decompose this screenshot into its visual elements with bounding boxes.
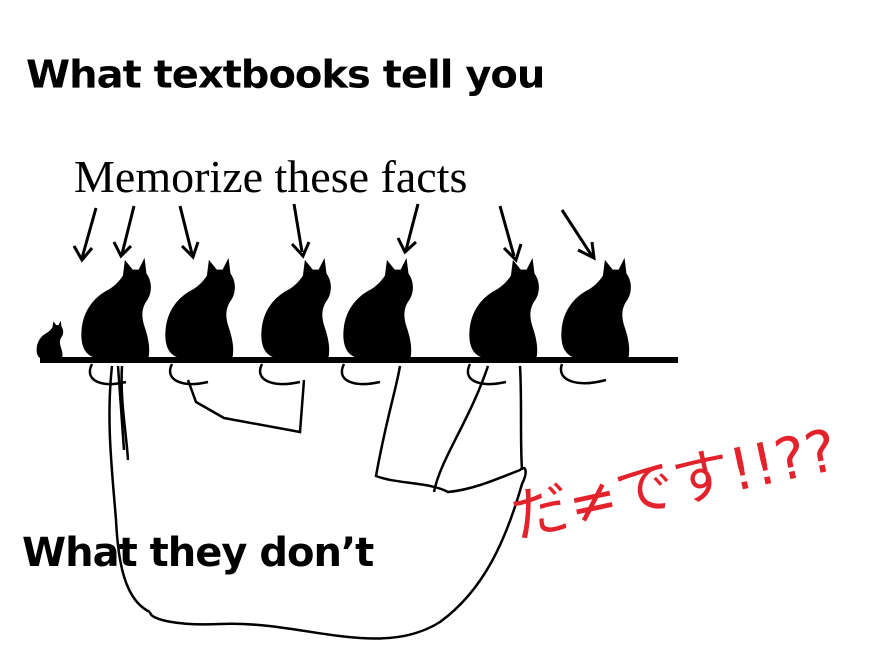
cat-icon (561, 257, 631, 359)
cat-icon (81, 257, 151, 359)
cat-icon (343, 257, 413, 359)
cat-icon (261, 257, 331, 359)
arrows (72, 203, 596, 263)
bottom-title: What they don’t (22, 530, 374, 576)
small-cat-icon (36, 320, 64, 359)
cat-icon (165, 257, 235, 359)
cat-icon (469, 257, 539, 359)
